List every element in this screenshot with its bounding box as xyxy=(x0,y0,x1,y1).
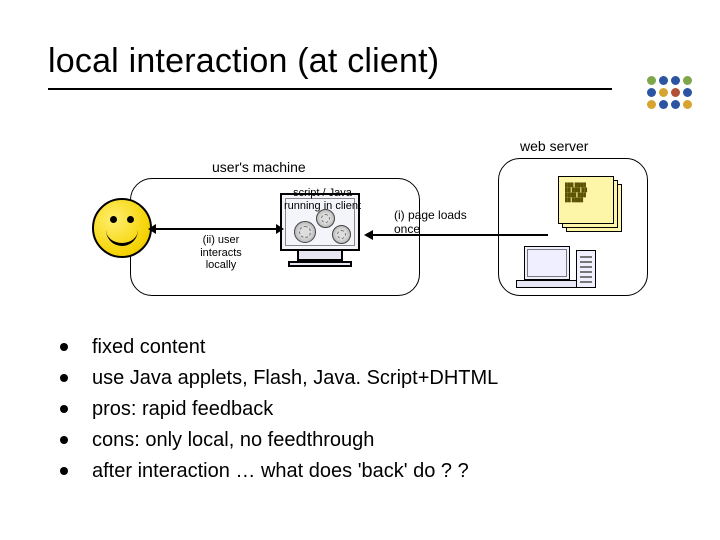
list-item: after interaction … what does 'back' do … xyxy=(60,456,680,487)
label-users-machine: user's machine xyxy=(212,159,306,175)
title-underline xyxy=(48,88,612,90)
bullet-text: fixed content xyxy=(92,332,205,363)
bullet-text: pros: rapid feedback xyxy=(92,394,273,425)
server-base-icon xyxy=(516,280,578,288)
bullet-text: use Java applets, Flash, Java. Script+DH… xyxy=(92,363,498,394)
user-smiley-icon xyxy=(92,198,152,258)
list-item: use Java applets, Flash, Java. Script+DH… xyxy=(60,363,680,394)
bullet-icon xyxy=(60,374,68,382)
label-ii-user-interacts: (ii) user interacts locally xyxy=(187,234,255,272)
server-tower-icon xyxy=(576,250,596,288)
bullet-list: fixed content use Java applets, Flash, J… xyxy=(60,332,680,487)
gear-icon xyxy=(294,221,316,243)
bullet-icon xyxy=(60,405,68,413)
bullet-text: after interaction … what does 'back' do … xyxy=(92,456,469,487)
decoration-dot-grid xyxy=(647,76,692,109)
arrow-local-interact xyxy=(150,228,282,230)
label-web-server: web server xyxy=(520,138,588,154)
list-item: pros: rapid feedback xyxy=(60,394,680,425)
bullet-icon xyxy=(60,343,68,351)
gear-icon xyxy=(332,225,351,244)
server-monitor-icon xyxy=(524,246,570,280)
label-script-running: script / Java running in client xyxy=(275,187,370,212)
bullet-icon xyxy=(60,436,68,444)
slide-title: local interaction (at client) xyxy=(48,42,439,81)
bullet-text: cons: only local, no feedthrough xyxy=(92,425,374,456)
arrow-page-load xyxy=(366,234,548,236)
label-i-page-loads: (i) page loads once xyxy=(394,208,474,237)
bullet-icon xyxy=(60,467,68,475)
list-item: fixed content xyxy=(60,332,680,363)
list-item: cons: only local, no feedthrough xyxy=(60,425,680,456)
